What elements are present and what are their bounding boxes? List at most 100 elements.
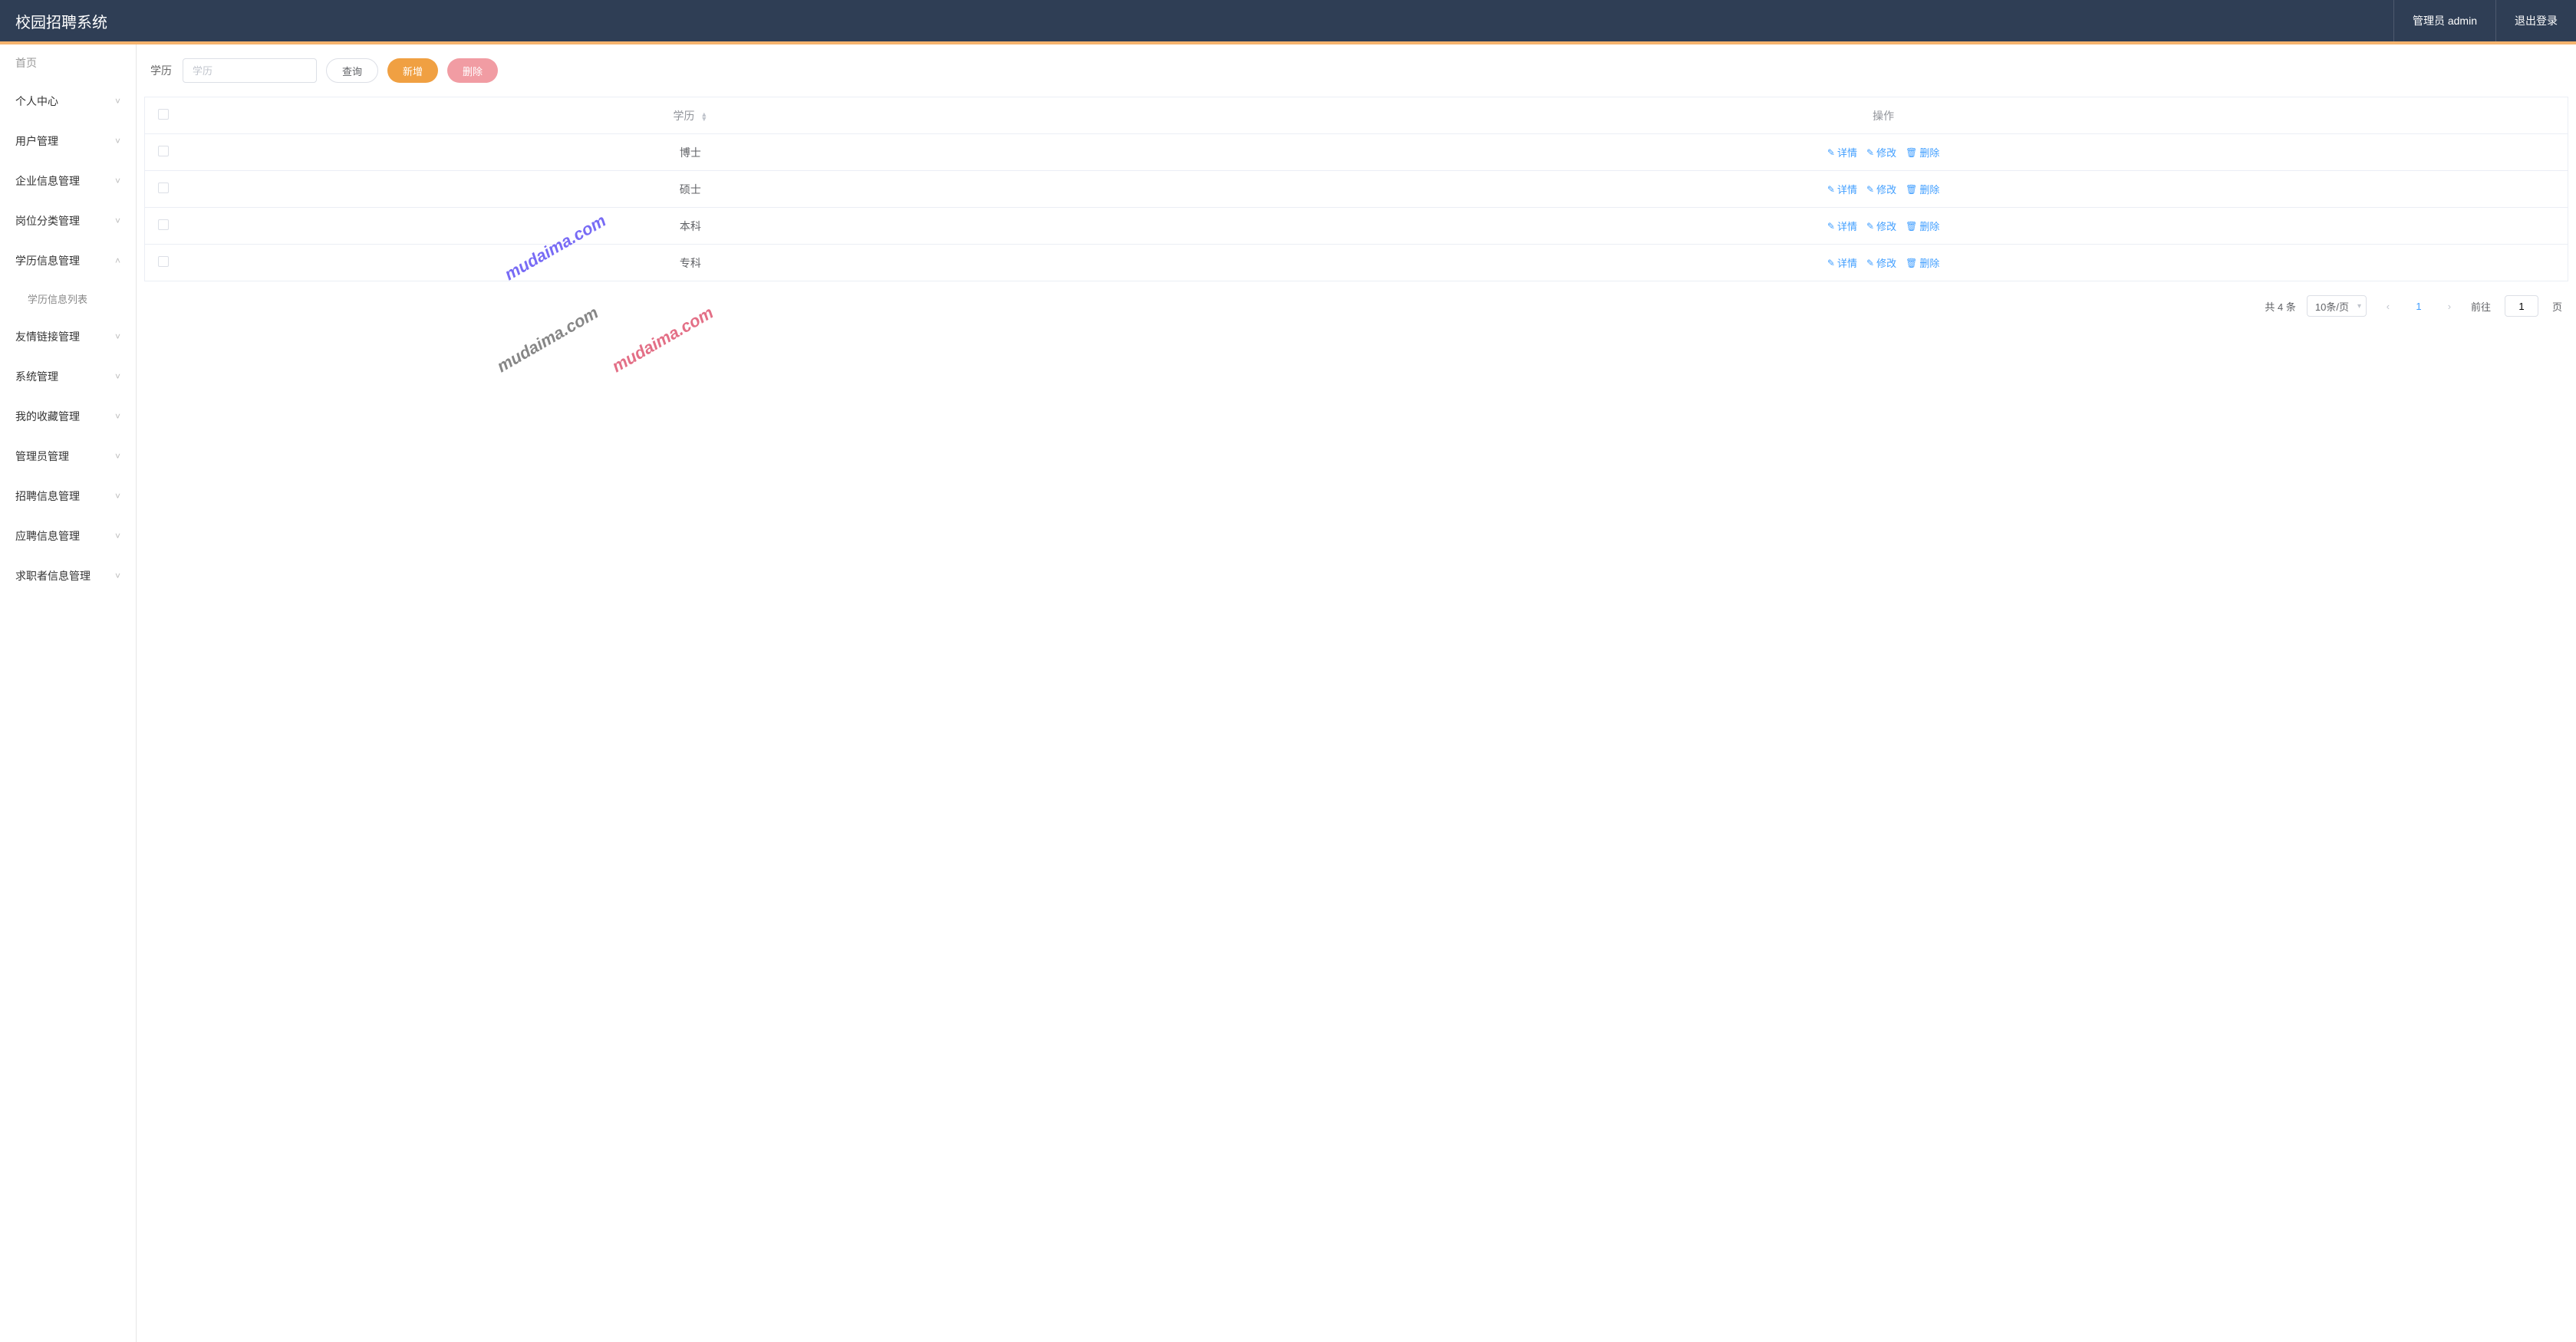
edit-icon: ✎: [1866, 147, 1874, 158]
row-checkbox[interactable]: [158, 219, 169, 230]
nav-home[interactable]: 首页: [0, 44, 136, 81]
detail-icon: ✎: [1827, 221, 1835, 232]
edit-icon: ✎: [1866, 221, 1874, 232]
row-edit-button[interactable]: ✎修改: [1866, 219, 1896, 233]
cell-xueli: 硕士: [182, 171, 1200, 208]
query-button[interactable]: 查询: [326, 58, 378, 83]
row-delete-button[interactable]: 🗑删除: [1906, 255, 1939, 270]
table-row: 博士 ✎详情 ✎修改 🗑删除: [145, 134, 2568, 171]
page-size-select[interactable]: 10条/页 ▾: [2307, 295, 2367, 317]
sidebar-item[interactable]: 招聘信息管理 ˅: [0, 476, 136, 516]
chevron-down-icon: ˅: [115, 176, 120, 186]
sidebar-item-label: 岗位分类管理: [15, 213, 80, 229]
page-number-current[interactable]: 1: [2410, 301, 2428, 312]
chevron-down-icon: ˅: [115, 371, 120, 382]
cell-ops: ✎详情 ✎修改 🗑删除: [1199, 171, 2568, 208]
edit-icon: ✎: [1866, 258, 1874, 268]
chevron-down-icon: ˅: [115, 136, 120, 146]
sidebar-item[interactable]: 岗位分类管理 ˅: [0, 201, 136, 241]
sidebar-item-label: 系统管理: [15, 369, 58, 384]
chevron-down-icon: ˅: [115, 531, 120, 541]
sidebar-item[interactable]: 用户管理 ˅: [0, 121, 136, 161]
select-all-checkbox[interactable]: [158, 109, 169, 120]
sidebar-item-label: 个人中心: [15, 94, 58, 109]
pagination-total: 共 4 条: [2265, 299, 2295, 314]
row-edit-button[interactable]: ✎修改: [1866, 145, 1896, 160]
delete-icon: 🗑: [1906, 258, 1917, 268]
chevron-down-icon: ▾: [2357, 302, 2361, 311]
sidebar-item[interactable]: 管理员管理 ˅: [0, 436, 136, 476]
sidebar-item[interactable]: 企业信息管理 ˅: [0, 161, 136, 201]
chevron-down-icon: ˅: [115, 451, 120, 462]
sidebar-item-label: 求职者信息管理: [15, 568, 91, 584]
col-header-ops: 操作: [1199, 97, 2568, 134]
row-delete-button[interactable]: 🗑删除: [1906, 145, 1939, 160]
chevron-down-icon: ˅: [115, 571, 120, 581]
sidebar-item-label: 招聘信息管理: [15, 488, 80, 504]
filter-bar: 学历 查询 新增 删除: [144, 58, 2568, 97]
row-detail-button[interactable]: ✎详情: [1827, 145, 1857, 160]
chevron-down-icon: ˅: [115, 331, 120, 342]
sidebar-item-label: 用户管理: [15, 133, 58, 149]
sidebar-item[interactable]: 友情链接管理 ˅: [0, 317, 136, 357]
delete-icon: 🗑: [1906, 184, 1917, 195]
sidebar-item[interactable]: 求职者信息管理 ˅: [0, 556, 136, 596]
delete-button[interactable]: 删除: [447, 58, 498, 83]
sidebar-subitem[interactable]: 学历信息列表: [0, 281, 136, 317]
sidebar-item-label: 学历信息管理: [15, 253, 80, 268]
chevron-down-icon: ˅: [115, 215, 120, 226]
sidebar-item[interactable]: 系统管理 ˅: [0, 357, 136, 396]
row-checkbox[interactable]: [158, 256, 169, 267]
chevron-down-icon: ˅: [115, 411, 120, 422]
goto-suffix: 页: [2552, 299, 2562, 314]
cell-ops: ✎详情 ✎修改 🗑删除: [1199, 208, 2568, 245]
sidebar: 首页 个人中心 ˅ 用户管理 ˅ 企业信息管理 ˅ 岗位分类管理 ˅ 学历信息管理˄学历信息列表…: [0, 44, 137, 1342]
col-header-check: [145, 97, 182, 134]
table-row: 本科 ✎详情 ✎修改 🗑删除: [145, 208, 2568, 245]
header-right: 管理员 admin 退出登录: [2393, 0, 2576, 41]
row-edit-button[interactable]: ✎修改: [1866, 182, 1896, 196]
row-delete-button[interactable]: 🗑删除: [1906, 182, 1939, 196]
row-detail-button[interactable]: ✎详情: [1827, 255, 1857, 270]
sidebar-item-label: 应聘信息管理: [15, 528, 80, 544]
row-detail-button[interactable]: ✎详情: [1827, 219, 1857, 233]
prev-page-button[interactable]: ‹: [2377, 295, 2399, 317]
detail-icon: ✎: [1827, 258, 1835, 268]
admin-user-link[interactable]: 管理员 admin: [2393, 0, 2495, 41]
header: 校园招聘系统 管理员 admin 退出登录: [0, 0, 2576, 41]
main-content: 学历 查询 新增 删除 学历 ▲▼ 操作 博士✎详情✎修改🗑删除硕士: [137, 44, 2576, 1342]
chevron-down-icon: ˅: [115, 96, 120, 107]
app-title: 校园招聘系统: [0, 10, 107, 32]
cell-ops: ✎详情 ✎修改 🗑删除: [1199, 245, 2568, 281]
delete-icon: 🗑: [1906, 147, 1917, 158]
add-button[interactable]: 新增: [387, 58, 438, 83]
detail-icon: ✎: [1827, 147, 1835, 158]
row-detail-button[interactable]: ✎详情: [1827, 182, 1857, 196]
cell-xueli: 博士: [182, 134, 1200, 171]
filter-label: 学历: [150, 63, 172, 78]
next-page-button[interactable]: ›: [2439, 295, 2460, 317]
sidebar-item[interactable]: 学历信息管理˄: [0, 241, 136, 281]
table-row: 硕士 ✎详情 ✎修改 🗑删除: [145, 171, 2568, 208]
sidebar-item[interactable]: 应聘信息管理 ˅: [0, 516, 136, 556]
chevron-down-icon: ˅: [115, 491, 120, 502]
sidebar-item[interactable]: 个人中心 ˅: [0, 81, 136, 121]
col-header-xueli[interactable]: 学历 ▲▼: [182, 97, 1200, 134]
data-table: 学历 ▲▼ 操作 博士✎详情✎修改🗑删除硕士✎详情✎修改🗑删除本科✎详情✎修改🗑…: [144, 97, 2568, 281]
row-delete-button[interactable]: 🗑删除: [1906, 219, 1939, 233]
goto-prefix: 前往: [2471, 299, 2491, 314]
sidebar-item-label: 友情链接管理: [15, 329, 80, 344]
goto-page-input[interactable]: [2505, 295, 2538, 317]
cell-xueli: 本科: [182, 208, 1200, 245]
row-checkbox[interactable]: [158, 146, 169, 156]
sort-icon[interactable]: ▲▼: [700, 112, 707, 121]
row-edit-button[interactable]: ✎修改: [1866, 255, 1896, 270]
row-checkbox[interactable]: [158, 183, 169, 193]
sidebar-item-label: 企业信息管理: [15, 173, 80, 189]
delete-icon: 🗑: [1906, 221, 1917, 232]
table-row: 专科✎详情✎修改🗑删除: [145, 245, 2568, 281]
sidebar-item-label: 管理员管理: [15, 449, 69, 464]
logout-link[interactable]: 退出登录: [2495, 0, 2576, 41]
sidebar-item[interactable]: 我的收藏管理˅: [0, 396, 136, 436]
filter-input-xueli[interactable]: [183, 58, 317, 83]
